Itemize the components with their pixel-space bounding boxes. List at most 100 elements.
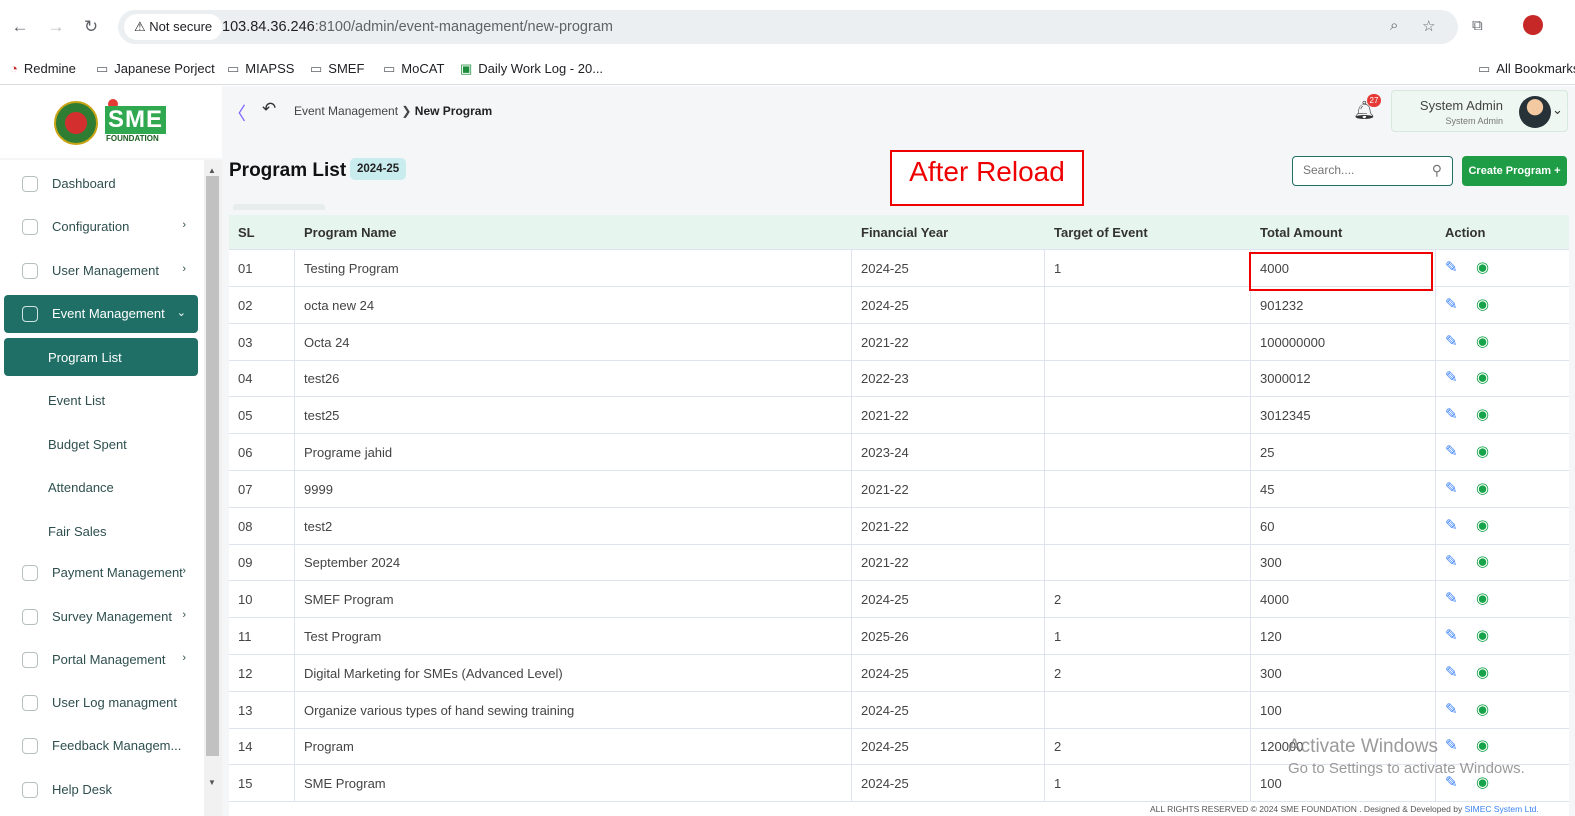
edit-icon[interactable]: ✎ bbox=[1445, 296, 1458, 313]
cell-action: ✎ ◉ bbox=[1436, 618, 1569, 654]
create-program-button[interactable]: Create Program + bbox=[1462, 156, 1567, 186]
sidebar-item-help-desk[interactable]: Help Desk bbox=[4, 771, 198, 809]
sidebar-subitem-fair-sales[interactable]: Fair Sales bbox=[4, 512, 198, 550]
sidebar-item-user-log[interactable]: User Log managment bbox=[4, 684, 198, 722]
footer: ALL RIGHTS RESERVED © 2024 SME FOUNDATIO… bbox=[1150, 804, 1539, 814]
edit-icon[interactable]: ✎ bbox=[1445, 333, 1458, 350]
sidebar-scroll-thumb[interactable] bbox=[206, 176, 219, 756]
bookmark-all[interactable]: ▭ All Bookmarks bbox=[1478, 61, 1575, 77]
user-menu[interactable]: System Admin System Admin ⌄ bbox=[1391, 90, 1568, 132]
table-row: 10 SMEF Program 2024-25 2 4000 ✎ ◉ bbox=[229, 581, 1569, 619]
logo[interactable]: SME FOUNDATION bbox=[0, 86, 222, 158]
view-icon[interactable]: ◉ bbox=[1476, 444, 1489, 460]
cell-program-name: Programe jahid bbox=[295, 434, 852, 470]
star-icon[interactable]: ☆ bbox=[1422, 17, 1435, 35]
view-icon[interactable]: ◉ bbox=[1476, 480, 1489, 497]
view-icon[interactable]: ◉ bbox=[1476, 296, 1489, 313]
cell-sl: 10 bbox=[229, 581, 295, 618]
edit-icon[interactable]: ✎ bbox=[1445, 260, 1458, 276]
edit-icon[interactable]: ✎ bbox=[1445, 628, 1458, 644]
extensions-icon[interactable]: ⧉ bbox=[1472, 17, 1483, 34]
cell-total-amount: 300 bbox=[1251, 654, 1436, 691]
view-icon[interactable]: ◉ bbox=[1476, 664, 1489, 681]
bookmark-redmine[interactable]: ◔ Redmine bbox=[10, 61, 76, 76]
view-icon[interactable]: ◉ bbox=[1476, 591, 1489, 607]
view-icon[interactable]: ◉ bbox=[1476, 775, 1489, 791]
cell-target-of-event bbox=[1045, 323, 1251, 360]
search-icon[interactable]: ⚲ bbox=[1432, 162, 1442, 179]
sidebar-item-label: User Log managment bbox=[52, 695, 178, 710]
sidebar-item-dashboard[interactable]: Dashboard bbox=[4, 165, 198, 203]
view-icon[interactable]: ◉ bbox=[1476, 701, 1489, 718]
security-indicator[interactable]: ⚠ Not secure bbox=[124, 14, 223, 40]
topbar: 〈 ↶ Event Management ❯ New Program 🔔︎ 27… bbox=[222, 86, 1575, 138]
bookmark-mocat[interactable]: ▭ MoCAT bbox=[383, 61, 444, 77]
url-text[interactable]: 103.84.36.246:8100/admin/event-managemen… bbox=[222, 19, 613, 35]
sidebar-subitem-event-list[interactable]: Event List bbox=[4, 381, 198, 419]
bookmark-miapss[interactable]: ▭ MIAPSS bbox=[227, 61, 294, 77]
view-icon[interactable]: ◉ bbox=[1476, 628, 1489, 644]
sidebar-subitem-attendance[interactable]: Attendance bbox=[4, 468, 198, 506]
edit-icon[interactable]: ✎ bbox=[1445, 554, 1458, 570]
view-icon[interactable]: ◉ bbox=[1476, 370, 1489, 386]
view-icon[interactable]: ◉ bbox=[1476, 554, 1489, 570]
sidebar-subitem-label: Attendance bbox=[48, 480, 114, 495]
sidebar-item-portal-management[interactable]: Portal Management › bbox=[4, 641, 198, 679]
edit-icon[interactable]: ✎ bbox=[1445, 444, 1458, 460]
bookmark-worklog[interactable]: ▣ Daily Work Log - 20... bbox=[460, 61, 603, 77]
edit-icon[interactable]: ✎ bbox=[1445, 664, 1458, 681]
view-icon[interactable]: ◉ bbox=[1476, 333, 1489, 350]
edit-icon[interactable]: ✎ bbox=[1445, 480, 1458, 497]
bookmark-smef[interactable]: ▭ SMEF bbox=[310, 61, 364, 77]
profile-icon[interactable] bbox=[1523, 15, 1543, 35]
highlight-box bbox=[1249, 252, 1433, 291]
edit-icon[interactable]: ✎ bbox=[1445, 407, 1458, 423]
edit-icon[interactable]: ✎ bbox=[1445, 370, 1458, 386]
edit-icon[interactable]: ✎ bbox=[1445, 517, 1458, 534]
edit-icon[interactable]: ✎ bbox=[1445, 775, 1458, 791]
sidebar-item-feedback[interactable]: Feedback Managem... bbox=[4, 727, 198, 765]
cell-target-of-event: 2 bbox=[1045, 581, 1251, 618]
reload-icon[interactable]: ↻ bbox=[81, 17, 101, 37]
zoom-icon[interactable]: ⌕ bbox=[1390, 17, 1398, 34]
sidebar-item-user-management[interactable]: User Management › bbox=[4, 252, 198, 290]
bookmark-japanese[interactable]: ▭ Japanese Porject bbox=[96, 61, 215, 77]
payment-icon bbox=[22, 565, 38, 581]
breadcrumb-parent[interactable]: Event Management bbox=[294, 104, 398, 118]
sidebar-item-payment-management[interactable]: Payment Management › bbox=[4, 554, 198, 592]
cell-program-name: Program bbox=[295, 728, 852, 765]
view-icon[interactable]: ◉ bbox=[1476, 260, 1489, 276]
search-box[interactable]: ⚲ bbox=[1292, 156, 1453, 186]
cell-financial-year: 2025-26 bbox=[852, 618, 1045, 654]
chevron-down-icon: ⌄ bbox=[176, 307, 186, 319]
cell-total-amount: 300 bbox=[1251, 544, 1436, 581]
sidebar-item-configuration[interactable]: Configuration › bbox=[4, 208, 198, 246]
view-icon[interactable]: ◉ bbox=[1476, 738, 1489, 754]
back-icon[interactable]: ← bbox=[10, 17, 30, 37]
scroll-up-icon[interactable]: ▲ bbox=[208, 166, 216, 175]
cell-target-of-event bbox=[1045, 507, 1251, 544]
scroll-down-icon[interactable]: ▼ bbox=[208, 778, 216, 787]
sidebar: Dashboard Configuration › User Management… bbox=[0, 160, 204, 816]
edit-icon[interactable]: ✎ bbox=[1445, 701, 1458, 718]
forward-icon[interactable]: → bbox=[46, 17, 66, 37]
cell-sl: 07 bbox=[229, 470, 295, 507]
sidebar-item-survey-management[interactable]: Survey Management › bbox=[4, 598, 198, 636]
footer-link[interactable]: SIMEC System Ltd. bbox=[1465, 804, 1539, 814]
sidebar-subitem-budget-spent[interactable]: Budget Spent bbox=[4, 425, 198, 463]
sidebar-subitem-program-list[interactable]: Program List bbox=[4, 338, 198, 376]
edit-icon[interactable]: ✎ bbox=[1445, 738, 1458, 754]
collapse-sidebar-icon[interactable]: 〈 bbox=[228, 100, 246, 126]
sidebar-item-event-management[interactable]: Event Management ⌄ bbox=[4, 295, 198, 333]
bookmark-label: MoCAT bbox=[401, 61, 445, 76]
view-icon[interactable]: ◉ bbox=[1476, 517, 1489, 534]
cell-program-name: Digital Marketing for SMEs (Advanced Lev… bbox=[295, 654, 852, 691]
search-input[interactable] bbox=[1303, 163, 1423, 177]
view-icon[interactable]: ◉ bbox=[1476, 407, 1489, 423]
bookmark-label: Daily Work Log - 20... bbox=[478, 61, 604, 76]
chevron-down-icon[interactable]: ⌄ bbox=[1552, 102, 1563, 118]
cell-total-amount: 4000 bbox=[1251, 581, 1436, 618]
windows-watermark-title: Activate Windows bbox=[1288, 736, 1438, 757]
back-arrow-icon[interactable]: ↶ bbox=[262, 99, 276, 119]
edit-icon[interactable]: ✎ bbox=[1445, 591, 1458, 607]
